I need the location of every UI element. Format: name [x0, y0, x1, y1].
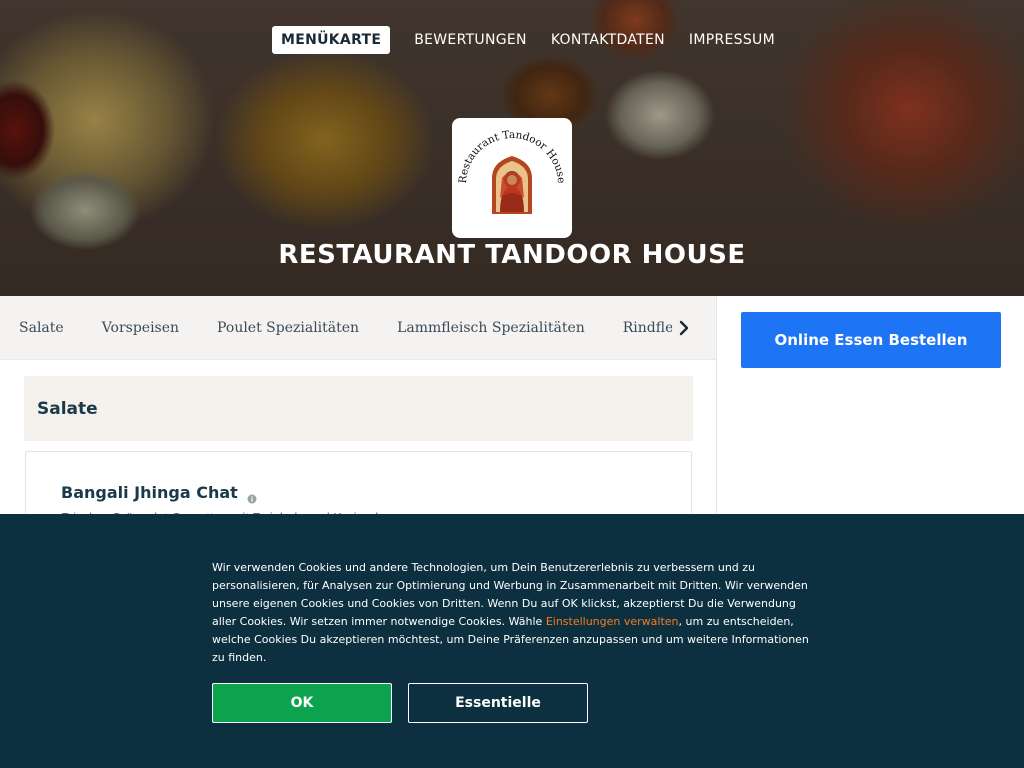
cookie-essential-button[interactable]: Essentielle [408, 683, 588, 723]
category-lammfleisch[interactable]: Lammfleisch Spezialitäten [397, 320, 585, 336]
info-icon[interactable] [247, 489, 257, 503]
top-navigation: MENÜKARTE BEWERTUNGEN KONTAKTDATEN IMPRE… [272, 26, 775, 54]
restaurant-logo: Restaurant Tandoor House [452, 118, 572, 238]
section-header-salate: Salate [24, 376, 693, 441]
restaurant-logo-image: Restaurant Tandoor House [457, 129, 567, 214]
category-list: Salate Vorspeisen Poulet Spezialitäten L… [0, 296, 672, 360]
category-bar: Salate Vorspeisen Poulet Spezialitäten L… [0, 296, 716, 360]
category-salate[interactable]: Salate [19, 320, 64, 336]
category-rindfleisch[interactable]: Rindfleis [623, 320, 672, 336]
restaurant-title: RESTAURANT TANDOOR HOUSE [278, 240, 746, 270]
menu-item-title: Bangali Jhinga Chat [61, 483, 238, 502]
cookie-banner: Wir verwenden Cookies und andere Technol… [0, 514, 1024, 768]
category-vorspeisen[interactable]: Vorspeisen [102, 320, 179, 336]
nav-kontaktdaten[interactable]: KONTAKTDATEN [551, 26, 665, 54]
chevron-right-icon[interactable] [672, 316, 696, 340]
order-online-button[interactable]: Online Essen Bestellen [741, 312, 1001, 368]
cookie-settings-link[interactable]: Einstellungen verwalten [546, 615, 679, 628]
nav-impressum[interactable]: IMPRESSUM [689, 26, 775, 54]
hero-banner: MENÜKARTE BEWERTUNGEN KONTAKTDATEN IMPRE… [0, 0, 1024, 296]
nav-menukarte[interactable]: MENÜKARTE [272, 26, 391, 54]
category-poulet[interactable]: Poulet Spezialitäten [217, 320, 359, 336]
nav-bewertungen[interactable]: BEWERTUNGEN [414, 26, 527, 54]
cookie-text: Wir verwenden Cookies und andere Technol… [212, 559, 822, 667]
menu-item-name: Bangali Jhinga Chat [61, 483, 257, 503]
cookie-ok-button[interactable]: OK [212, 683, 392, 723]
